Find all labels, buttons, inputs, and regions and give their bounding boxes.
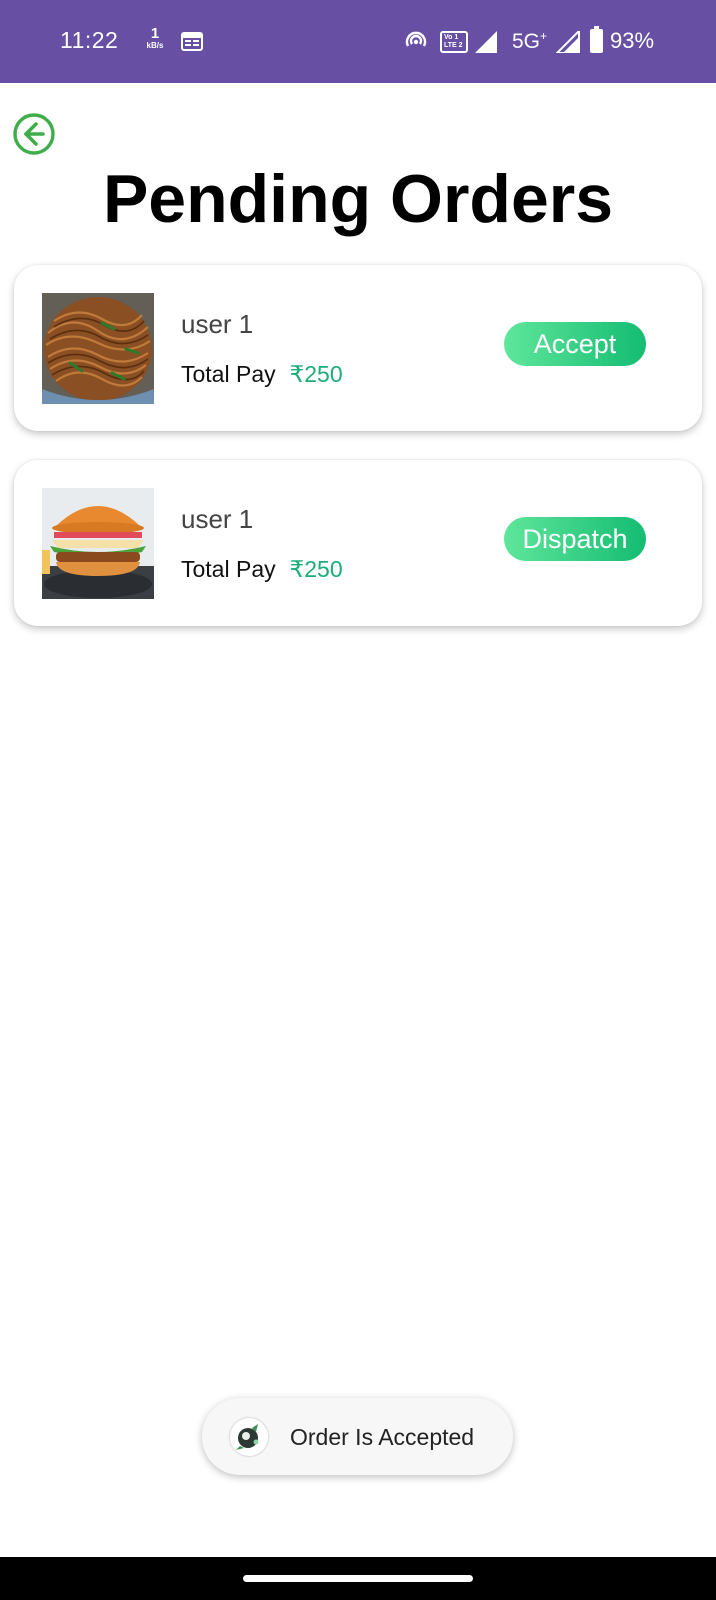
calendar-icon xyxy=(181,32,203,51)
arrow-left-circle-icon xyxy=(13,113,55,155)
navigation-bar xyxy=(0,1557,716,1600)
network-type-plus: + xyxy=(540,29,548,43)
order-card: user 1 Total Pay ₹250 Dispatch xyxy=(14,460,702,626)
order-user-name: user 1 xyxy=(181,309,254,339)
network-speed-value: 1 xyxy=(150,25,160,42)
home-gesture-handle[interactable] xyxy=(243,1575,473,1582)
noodles-image xyxy=(42,293,154,404)
toast-text: Order Is Accepted xyxy=(290,1424,475,1450)
order-total: Total Pay ₹250 xyxy=(181,556,343,583)
app-logo-icon xyxy=(230,1418,268,1456)
signal-icon xyxy=(475,31,497,53)
burger-image xyxy=(42,488,154,599)
back-button[interactable] xyxy=(12,112,56,156)
status-time: 11:22 xyxy=(60,27,119,53)
total-pay-amount: ₹250 xyxy=(289,556,343,582)
volte-line2: LTE 2 xyxy=(444,42,463,49)
accept-button[interactable]: Accept xyxy=(504,322,646,366)
battery-percent: 93% xyxy=(610,28,655,53)
page-title: Pending Orders xyxy=(102,161,614,237)
hotspot-icon xyxy=(405,31,427,47)
network-type-label: 5G xyxy=(512,30,541,53)
signal-icon-2 xyxy=(556,31,580,53)
total-pay-amount: ₹250 xyxy=(289,361,343,387)
order-user-name: user 1 xyxy=(181,504,254,534)
order-card: user 1 Total Pay ₹250 Accept xyxy=(14,265,702,431)
toast-message: Order Is Accepted xyxy=(202,1398,513,1475)
order-total: Total Pay ₹250 xyxy=(181,361,343,388)
status-bar: 11:22 1 kB/s Vo 1 LTE 2 5G+ 93% xyxy=(0,0,716,83)
volte-line1: Vo 1 xyxy=(444,34,459,41)
network-type: 5G+ xyxy=(512,29,547,54)
total-pay-label: Total Pay xyxy=(181,556,276,582)
network-speed: 1 kB/s xyxy=(140,26,170,50)
network-speed-unit: kB/s xyxy=(146,41,164,50)
volte-icon: Vo 1 LTE 2 xyxy=(440,31,468,53)
dispatch-button[interactable]: Dispatch xyxy=(504,517,646,561)
battery-icon xyxy=(590,26,603,53)
total-pay-label: Total Pay xyxy=(181,361,276,387)
